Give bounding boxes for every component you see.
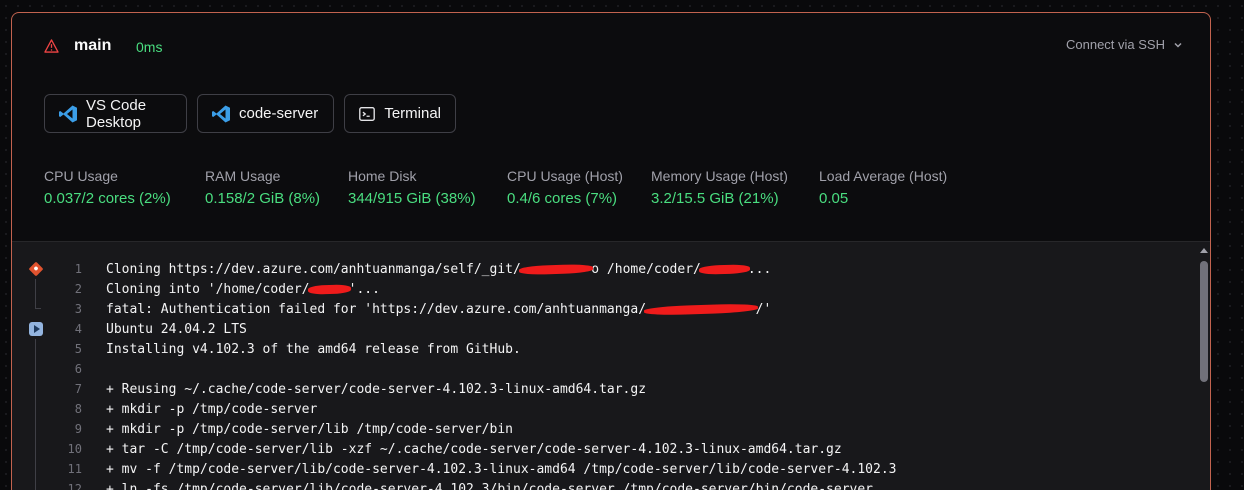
vscode-desktop-button[interactable]: VS Code Desktop [44, 94, 187, 133]
stat-label: CPU Usage (Host) [507, 168, 623, 184]
stat-label: CPU Usage [44, 168, 118, 184]
vscode-desktop-label: VS Code Desktop [86, 96, 147, 131]
log-lines: 1 Cloning https://dev.azure.com/anhtuanm… [12, 259, 1196, 490]
redacted-mark: ​ [646, 301, 756, 317]
stat-value: 0.037/2 cores (2%) [44, 190, 171, 207]
play-icon [29, 322, 43, 336]
log-gutter [28, 299, 44, 319]
log-line: 9 + mkdir -p /tmp/code-server/lib /tmp/c… [12, 419, 1196, 439]
log-gutter [28, 439, 44, 459]
git-icon [28, 261, 44, 277]
log-line: 2 Cloning into '/home/coder/​ '... [12, 279, 1196, 299]
log-gutter [28, 479, 44, 490]
connect-ssh-button[interactable]: Connect via SSH [1066, 37, 1183, 52]
log-scrollbar[interactable] [1196, 242, 1210, 490]
log-text: + mkdir -p /tmp/code-server/lib /tmp/cod… [106, 421, 513, 437]
log-line: 10 + tar -C /tmp/code-server/lib -xzf ~/… [12, 439, 1196, 459]
log-gutter [28, 279, 44, 299]
log-text: fatal: Authentication failed for 'https:… [106, 301, 772, 317]
agent-name: main [74, 37, 112, 54]
stat-value: 344/915 GiB (38%) [348, 190, 476, 207]
line-number: 11 [67, 462, 82, 476]
stat-cpu-usage: CPU Usage 0.037/2 cores (2%) [44, 168, 205, 207]
line-number: 10 [67, 442, 82, 456]
log-line: 3 fatal: Authentication failed for 'http… [12, 299, 1196, 319]
stat-label: Home Disk [348, 168, 417, 184]
log-text: + mv -f /tmp/code-server/lib/code-server… [106, 461, 897, 477]
warning-icon [44, 39, 59, 53]
vscode-icon [58, 104, 78, 124]
stat-value: 0.158/2 GiB (8%) [205, 190, 321, 207]
stat-value: 0.05 [819, 190, 849, 207]
log-gutter [28, 419, 44, 439]
line-number: 7 [74, 382, 82, 396]
log-text: + Reusing ~/.cache/code-server/code-serv… [106, 381, 647, 397]
log-line: 1 Cloning https://dev.azure.com/anhtuanm… [12, 259, 1196, 279]
log-line: 7 + Reusing ~/.cache/code-server/code-se… [12, 379, 1196, 399]
resource-stats: CPU Usage 0.037/2 cores (2%) RAM Usage 0… [44, 168, 959, 207]
startup-logs-panel[interactable]: 1 Cloning https://dev.azure.com/anhtuanm… [12, 241, 1210, 490]
log-text: + tar -C /tmp/code-server/lib -xzf ~/.ca… [106, 441, 842, 457]
log-gutter [28, 259, 44, 279]
scroll-up-arrow-icon[interactable] [1200, 248, 1208, 253]
log-text: Cloning https://dev.azure.com/anhtuanman… [106, 261, 772, 277]
terminal-label: Terminal [384, 105, 441, 122]
redacted-mark: ​ [700, 261, 748, 277]
stat-home-disk: Home Disk 344/915 GiB (38%) [348, 168, 507, 207]
log-text: + mkdir -p /tmp/code-server [106, 401, 318, 417]
line-number: 12 [67, 482, 82, 490]
code-server-button[interactable]: code-server [197, 94, 334, 133]
line-number: 2 [74, 282, 82, 296]
line-number: 4 [74, 322, 82, 336]
scrollbar-thumb[interactable] [1200, 261, 1208, 382]
vscode-icon [211, 104, 231, 124]
log-line: 11 + mv -f /tmp/code-server/lib/code-ser… [12, 459, 1196, 479]
line-number: 9 [74, 422, 82, 436]
log-line: 4 Ubuntu 24.04.2 LTS [12, 319, 1196, 339]
connect-ssh-label: Connect via SSH [1066, 37, 1165, 52]
log-gutter [28, 379, 44, 399]
stat-memory-usage-host: Memory Usage (Host) 3.2/15.5 GiB (21%) [651, 168, 819, 207]
stat-label: Load Average (Host) [819, 168, 948, 184]
line-number: 6 [74, 362, 82, 376]
code-server-label: code-server [239, 105, 319, 122]
terminal-icon [358, 104, 376, 124]
log-text: Ubuntu 24.04.2 LTS [106, 321, 247, 337]
terminal-button[interactable]: Terminal [344, 94, 456, 133]
redacted-mark: ​ [520, 261, 592, 277]
log-line: 8 + mkdir -p /tmp/code-server [12, 399, 1196, 419]
agent-latency: 0ms [136, 39, 163, 55]
line-number: 5 [74, 342, 82, 356]
stat-load-average-host: Load Average (Host) 0.05 [819, 168, 959, 207]
log-gutter [28, 359, 44, 379]
line-number: 8 [74, 402, 82, 416]
line-number: 3 [74, 302, 82, 316]
app-buttons: VS Code Desktop code-server Terminal [44, 94, 456, 133]
stat-label: Memory Usage (Host) [651, 168, 788, 184]
log-line: 5 Installing v4.102.3 of the amd64 relea… [12, 339, 1196, 359]
log-gutter [28, 339, 44, 359]
redacted-mark: ​ [309, 281, 349, 297]
stat-value: 3.2/15.5 GiB (21%) [651, 190, 779, 207]
chevron-down-icon [1174, 42, 1182, 48]
log-gutter [28, 399, 44, 419]
agent-header: main 0ms Connect via SSH [12, 13, 1210, 79]
log-gutter [28, 459, 44, 479]
log-text: Cloning into '/home/coder/​ '... [106, 281, 380, 297]
stat-value: 0.4/6 cores (7%) [507, 190, 618, 207]
stat-cpu-usage-host: CPU Usage (Host) 0.4/6 cores (7%) [507, 168, 651, 207]
log-text: + ln -fs /tmp/code-server/lib/code-serve… [106, 481, 874, 490]
stat-ram-usage: RAM Usage 0.158/2 GiB (8%) [205, 168, 348, 207]
log-line: 6 [12, 359, 1196, 379]
log-text: Installing v4.102.3 of the amd64 release… [106, 341, 521, 357]
log-line: 12 + ln -fs /tmp/code-server/lib/code-se… [12, 479, 1196, 490]
workspace-agent-card: main 0ms Connect via SSH VS Code Desktop… [11, 12, 1211, 490]
stat-label: RAM Usage [205, 168, 281, 184]
log-gutter [28, 319, 44, 339]
line-number: 1 [74, 262, 82, 276]
